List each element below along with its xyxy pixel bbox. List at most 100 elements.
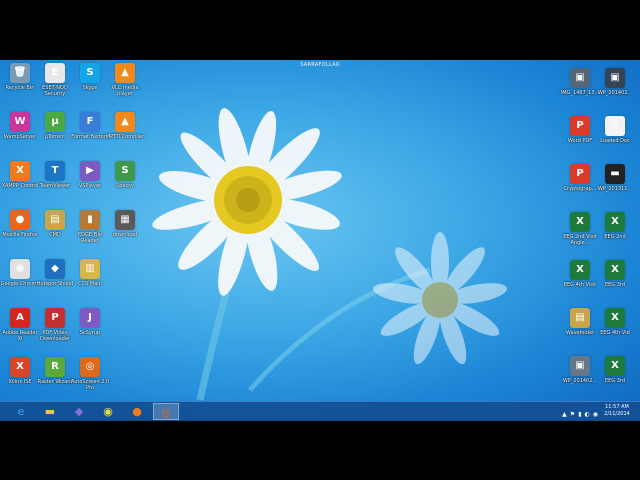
desktop-icon-eeg-2nd[interactable]: X EEG 2nd <box>595 212 635 256</box>
icon-glyph: ▤ <box>50 214 60 225</box>
desktop-icon-label: EEG 3rd <box>604 282 626 288</box>
desktop-icon-recycle-bin[interactable]: 🗑 Recycle Bin <box>0 63 40 107</box>
icon-glyph: ● <box>15 214 25 225</box>
desktop-icon-label: CCS Main <box>78 281 102 287</box>
desktop-icon-label: TeamViewer <box>39 183 71 189</box>
img-1487-13-icon: ▣ <box>570 68 590 88</box>
desktop-icon-vsplayer[interactable]: ▶ VSPlayer <box>70 161 110 205</box>
desktop-icon-loaded-doc[interactable]: ▯ Loaded Doc <box>595 116 635 160</box>
desktop-icon-label: EDGE File Reader <box>78 232 102 244</box>
desktop-icon-img-1487-13[interactable]: ▣ IMG_1487_13... <box>560 68 600 112</box>
tray-icon-0[interactable]: ▲ <box>562 411 567 418</box>
desktop-icon-label: Format Factory <box>71 134 109 140</box>
desktop-icon-scsyrup[interactable]: J ScSyrup <box>70 308 110 352</box>
icon-glyph: X <box>611 216 619 227</box>
tray-icon-3[interactable]: ◐ <box>585 411 590 418</box>
desktop-icon-label: Mozilla Firefox <box>2 232 38 238</box>
desktop-icon-autoscreen-2-0-pro[interactable]: ◎ AutoScreen 2.0 Pro <box>70 357 110 401</box>
tray-icon-2[interactable]: ▮ <box>578 411 581 418</box>
firefox-icon[interactable]: ● <box>124 403 150 420</box>
desktop-icon-format-factory[interactable]: F Format Factory <box>70 112 110 156</box>
icon-glyph: µ <box>51 116 59 127</box>
desktop-icon-label: Word PDF <box>567 138 593 144</box>
file-explorer-icon[interactable]: ▬ <box>37 403 63 420</box>
desktop-icon-adobe-reader-xi[interactable]: A Adobe Reader XI <box>0 308 40 352</box>
icon-glyph: T <box>51 165 59 176</box>
icon-glyph: X <box>611 312 619 323</box>
desktop-icon-xampp-control[interactable]: X XAMPP Control <box>0 161 40 205</box>
desktop: SARRAFOLLAR 🗑 Recycle Bin E ESET NOD Sec… <box>0 60 640 420</box>
desktop-icon-wampserver[interactable]: W WampServer <box>0 112 40 156</box>
desktop-icon-wp-201402[interactable]: ▣ WP_201402... <box>560 356 600 400</box>
desktop-icon-pdf-video-downloader[interactable]: P PDF Video Downloader <box>35 308 75 352</box>
autoscreen-icon[interactable]: ◎ <box>153 403 179 420</box>
desktop-icon-speccy[interactable]: S Speccy <box>105 161 145 205</box>
icon-glyph: S <box>121 165 129 176</box>
desktop-icon-label: Xilinx ISE <box>8 379 32 385</box>
scsyrup-icon: J <box>80 308 100 328</box>
desktop-icon-vlc-media-player[interactable]: ▲ VLC media player <box>105 63 145 107</box>
desktop-icon-cryptograp[interactable]: P Cryptograp... <box>560 164 600 208</box>
desktop-icon-label: Wavefolder <box>565 330 595 336</box>
desktop-icon-cmd[interactable]: ▤ CMD <box>35 210 75 254</box>
desktop-icon-mozilla-firefox[interactable]: ● Mozilla Firefox <box>0 210 40 254</box>
desktop-icon-label: Loaded Doc <box>600 138 630 144</box>
eeg-2nd-icon: X <box>605 212 625 232</box>
tray-icon-4[interactable]: ◉ <box>593 411 598 418</box>
desktop-icon-wp-201402[interactable]: ▣ WP_201402... <box>595 68 635 112</box>
desktop-icon-wavefolder[interactable]: ▤ Wavefolder <box>560 308 600 352</box>
desktop-icon-word-pdf[interactable]: P Word PDF <box>560 116 600 160</box>
taskbar: e ▬ ◆ ◉ ● ◎ ▲ ⚑ ▮ ◐ ◉ 11:57 AM 2/11/2014 <box>0 401 640 421</box>
torrent-icon: µ <box>45 112 65 132</box>
desktop-icon-label: Hotspot Shield <box>36 281 74 287</box>
chrome-icon[interactable]: ◉ <box>95 403 121 420</box>
desktop-icon-label: XAMPP Control <box>1 183 39 189</box>
eset-nod-security-icon: E <box>45 63 65 83</box>
format-factory-icon: F <box>80 112 100 132</box>
desktop-icon-eeg-4th-visit[interactable]: X EEG 4th Visit <box>560 260 600 304</box>
desktop-icon-eeg-4th-vid[interactable]: X EEG 4th Vid <box>595 308 635 352</box>
desktop-icon-eeg-2nd-visit-angle[interactable]: X EEG 2nd Visit Angle... <box>560 212 600 256</box>
desktop-icon-eeg-3rd[interactable]: X EEG 3rd <box>595 356 635 400</box>
taskbar-clock[interactable]: 11:57 AM 2/11/2014 <box>602 404 632 418</box>
desktop-icon-xilinx-ise[interactable]: X Xilinx ISE <box>0 357 40 401</box>
icon-glyph: ◎ <box>85 361 95 372</box>
vlc-media-player-icon: ▲ <box>115 63 135 83</box>
desktop-icon-skype[interactable]: S Skype <box>70 63 110 107</box>
icon-glyph: X <box>16 165 24 176</box>
desktop-icon-label: WP_201311... <box>597 186 633 192</box>
wampserver-icon: W <box>10 112 30 132</box>
desktop-icon-torrent[interactable]: µ µTorrent <box>35 112 75 156</box>
icon-glyph: ▣ <box>575 360 585 371</box>
desktop-icon-label: µTorrent <box>44 134 66 140</box>
xampp-control-icon: X <box>10 161 30 181</box>
desktop-icon-label: AutoScreen 2.0 Pro <box>70 379 110 391</box>
internet-explorer-icon[interactable]: e <box>8 403 34 420</box>
desktop-icon-label: Cryptograp... <box>563 186 597 192</box>
tray-icon-1[interactable]: ⚑ <box>570 411 575 418</box>
loaded-doc-icon: ▯ <box>605 116 625 136</box>
mptd-compiler-icon: ▲ <box>115 112 135 132</box>
desktop-icon-edge-file-reader[interactable]: ▮ EDGE File Reader <box>70 210 110 254</box>
desktop-icon-label: Skype <box>82 85 98 91</box>
icon-glyph: ▶ <box>86 165 94 176</box>
desktop-icon-download[interactable]: ▦ download <box>105 210 145 254</box>
icon-glyph: ▮ <box>87 214 93 225</box>
desktop-icon-label: WP_201402... <box>597 90 633 96</box>
desktop-icon-label: EEG 2nd <box>604 234 626 240</box>
icon-glyph: ▯ <box>612 120 618 131</box>
desktop-icon-google-chrome[interactable]: ◉ Google Chrome <box>0 259 40 303</box>
desktop-icon-ccs-main[interactable]: ▥ CCS Main <box>70 259 110 303</box>
desktop-icon-eeg-3rd[interactable]: X EEG 3rd <box>595 260 635 304</box>
desktop-icon-label: PDF Video Downloader <box>40 330 70 342</box>
desktop-icon-wp-201311[interactable]: ▬ WP_201311... <box>595 164 635 208</box>
visual-studio-icon[interactable]: ◆ <box>66 403 92 420</box>
desktop-icon-raster-wizard[interactable]: R Raster Wizard <box>35 357 75 401</box>
desktop-icon-hotspot-shield[interactable]: ◆ Hotspot Shield <box>35 259 75 303</box>
desktop-icon-mptd-compiler[interactable]: ▲ MPTD Compiler <box>105 112 145 156</box>
desktop-icon-eset-nod-security[interactable]: E ESET NOD Security <box>35 63 75 107</box>
desktop-icon-teamviewer[interactable]: T TeamViewer <box>35 161 75 205</box>
icon-glyph: S <box>86 67 94 78</box>
desktop-icon-label: IMG_1487_13... <box>560 90 600 96</box>
desktop-icon-label: Raster Wizard <box>37 379 73 385</box>
